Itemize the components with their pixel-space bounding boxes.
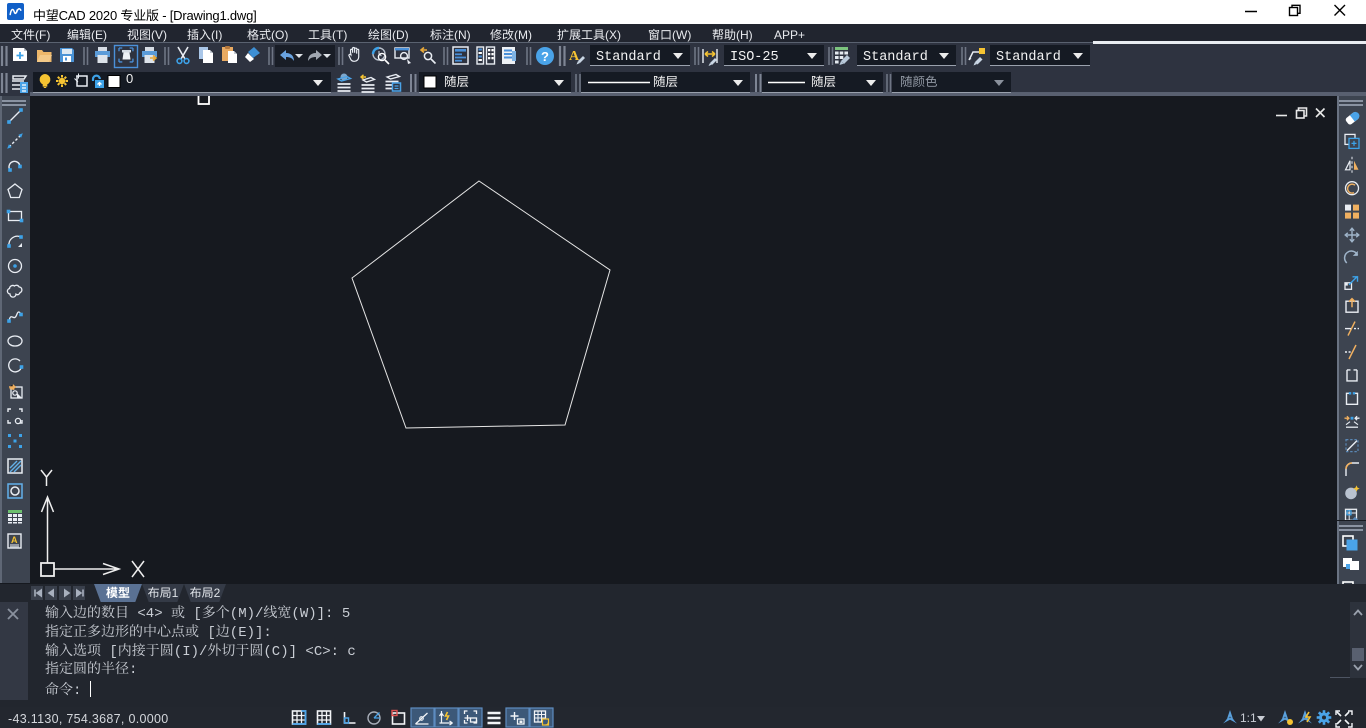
svg-text:1:1: 1:1 <box>1240 711 1257 725</box>
svg-text:A: A <box>11 535 18 545</box>
